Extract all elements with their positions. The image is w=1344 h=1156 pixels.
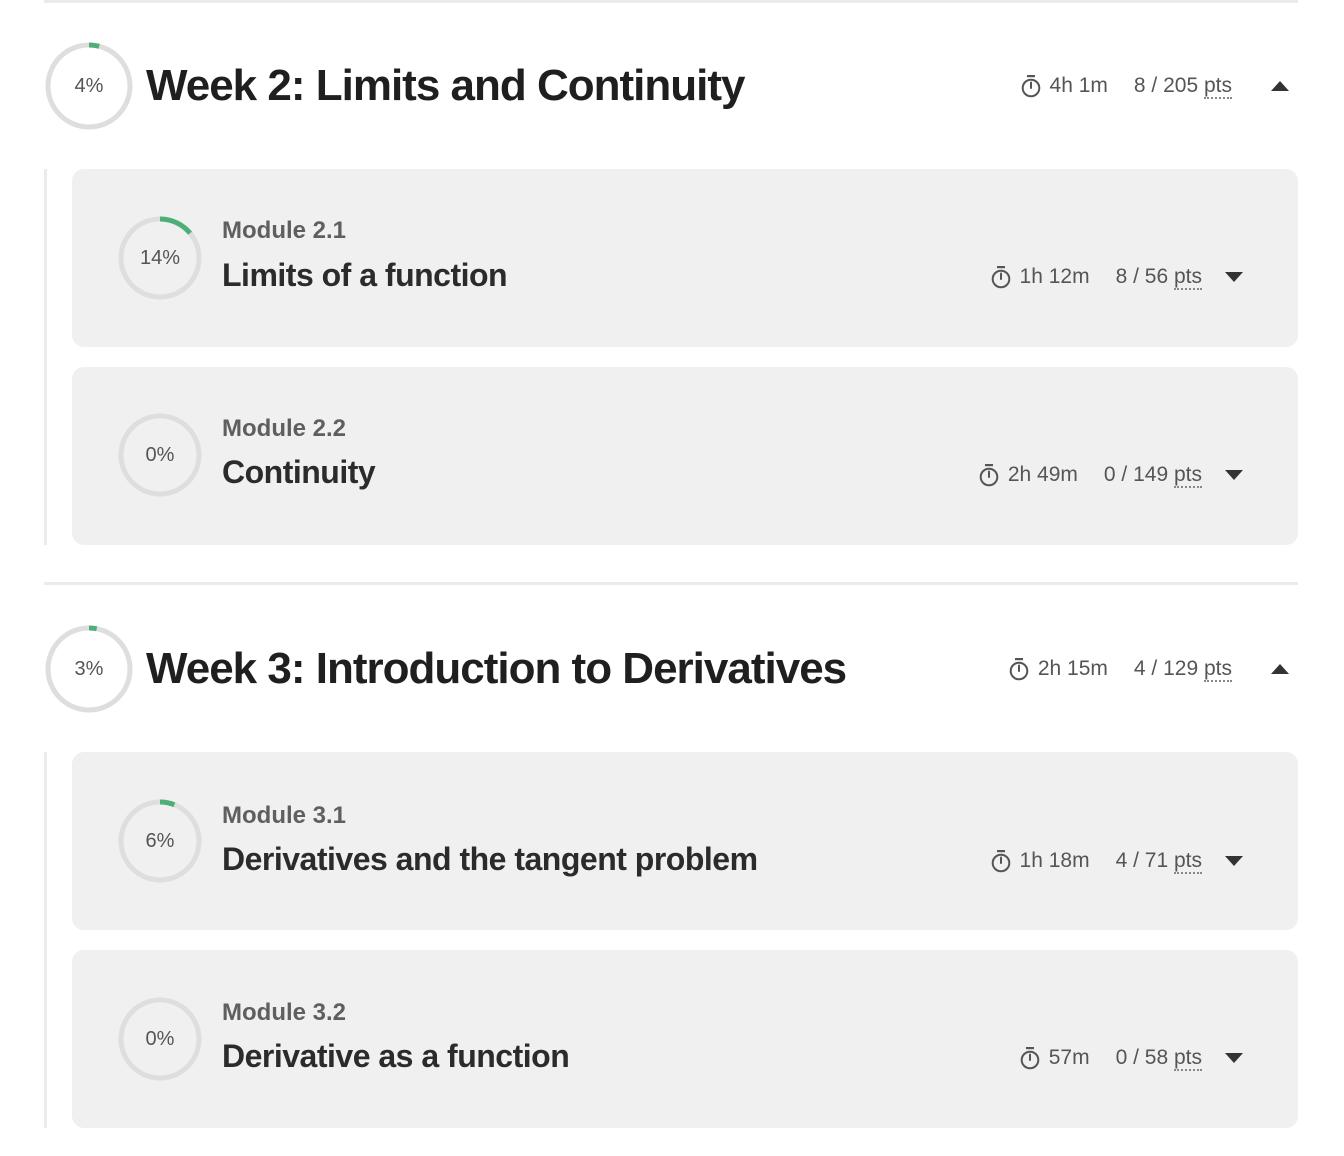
points-value: 8 / 205 [1133, 74, 1199, 97]
module-title: Derivative as a function [222, 1038, 570, 1074]
module-meta: 2h 49m 0 / 149 pts [978, 457, 1202, 493]
divider [44, 582, 1298, 585]
caret-down-icon [1225, 856, 1243, 866]
module-card[interactable]: 6% Module 3.1 Derivatives and the tangen… [72, 752, 1298, 930]
module-title: Derivatives and the tangent problem [222, 841, 758, 877]
module-number: Module 2.2 [222, 415, 347, 442]
time-estimate: 2h 49m [978, 463, 1078, 487]
progress-ring: 6% [117, 798, 203, 884]
module-number: Module 2.1 [222, 217, 347, 244]
caret-down-icon [1225, 272, 1243, 282]
time-estimate: 2h 15m [1008, 657, 1108, 681]
points: 4 / 71 pts [1115, 849, 1202, 874]
time-estimate-text: 2h 49m [1007, 463, 1078, 486]
points-unit: pts [1203, 74, 1232, 99]
progress-percent: 4% [74, 74, 104, 97]
stopwatch-icon [1021, 75, 1040, 98]
time-estimate: 1h 18m [990, 849, 1090, 873]
module-card[interactable]: 0% Module 2.2 Continuity 2h 49m 0 / 149 … [72, 367, 1298, 545]
time-estimate: 4h 1m [1020, 74, 1108, 98]
module-meta: 57m 0 / 58 pts [1019, 1040, 1202, 1076]
module-rail [44, 169, 47, 545]
caret-up-icon [1271, 81, 1289, 91]
week-title: Week 2: Limits and Continuity [146, 61, 745, 110]
expand-toggle-button[interactable] [1216, 843, 1252, 879]
expand-toggle-button[interactable] [1216, 259, 1252, 295]
module-rail [44, 752, 47, 1128]
stopwatch-icon [979, 464, 999, 487]
points-value: 0 / 58 [1115, 1046, 1169, 1069]
points-value: 4 / 71 [1115, 849, 1169, 872]
progress-ring: 4% [44, 41, 134, 131]
points-value: 4 / 129 [1133, 657, 1199, 680]
stopwatch-icon [991, 266, 1010, 289]
time-estimate: 1h 12m [990, 265, 1090, 289]
module-card[interactable]: 14% Module 2.1 Limits of a function 1h 1… [72, 169, 1298, 347]
time-estimate-text: 4h 1m [1049, 74, 1108, 97]
collapse-toggle-button[interactable] [1262, 651, 1298, 687]
collapse-toggle-button[interactable] [1262, 68, 1298, 104]
points: 8 / 205 pts [1133, 74, 1232, 99]
module-title: Limits of a function [222, 257, 508, 293]
module-card[interactable]: 0% Module 3.2 Derivative as a function 5… [72, 950, 1298, 1128]
expand-toggle-button[interactable] [1216, 1040, 1252, 1076]
time-estimate-text: 57m [1048, 1046, 1090, 1069]
points: 4 / 129 pts [1133, 657, 1232, 682]
time-estimate-text: 1h 18m [1019, 849, 1090, 872]
progress-percent: 6% [145, 829, 175, 852]
stopwatch-icon [991, 850, 1010, 873]
points-unit: pts [1173, 463, 1202, 488]
module-title: Continuity [222, 454, 376, 490]
progress-ring: 0% [117, 412, 203, 498]
points-unit: pts [1173, 265, 1202, 290]
points-unit: pts [1173, 849, 1202, 874]
module-number: Module 3.1 [222, 802, 347, 829]
divider [44, 0, 1298, 3]
points: 8 / 56 pts [1115, 265, 1202, 290]
progress-percent: 14% [139, 246, 181, 269]
progress-percent: 3% [74, 657, 104, 680]
time-estimate-text: 1h 12m [1019, 265, 1090, 288]
progress-percent: 0% [145, 443, 175, 466]
progress-ring: 3% [44, 624, 134, 714]
points-value: 0 / 149 [1103, 463, 1169, 486]
time-estimate: 57m [1019, 1046, 1090, 1070]
week-title: Week 3: Introduction to Derivatives [146, 644, 847, 693]
progress-ring: 14% [117, 215, 203, 301]
progress-percent: 0% [145, 1027, 175, 1050]
module-meta: 1h 12m 8 / 56 pts [990, 259, 1202, 295]
expand-toggle-button[interactable] [1216, 457, 1252, 493]
week-header[interactable]: 3% Week 3: Introduction to Derivatives 2… [44, 624, 1298, 714]
progress-ring: 0% [117, 996, 203, 1082]
week-meta: 4h 1m 8 / 205 pts [1020, 41, 1232, 131]
points: 0 / 58 pts [1115, 1046, 1202, 1071]
time-estimate-text: 2h 15m [1037, 657, 1108, 680]
points-unit: pts [1173, 1046, 1202, 1071]
module-number: Module 3.2 [222, 999, 347, 1026]
stopwatch-icon [1020, 1047, 1040, 1070]
caret-up-icon [1271, 664, 1289, 674]
module-meta: 1h 18m 4 / 71 pts [990, 843, 1202, 879]
caret-down-icon [1225, 470, 1243, 480]
points-unit: pts [1203, 657, 1232, 682]
points: 0 / 149 pts [1103, 463, 1202, 488]
week-meta: 2h 15m 4 / 129 pts [1008, 624, 1232, 714]
caret-down-icon [1225, 1053, 1243, 1063]
points-value: 8 / 56 [1115, 265, 1169, 288]
stopwatch-icon [1009, 658, 1029, 681]
week-header[interactable]: 4% Week 2: Limits and Continuity 4h 1m 8… [44, 41, 1298, 131]
